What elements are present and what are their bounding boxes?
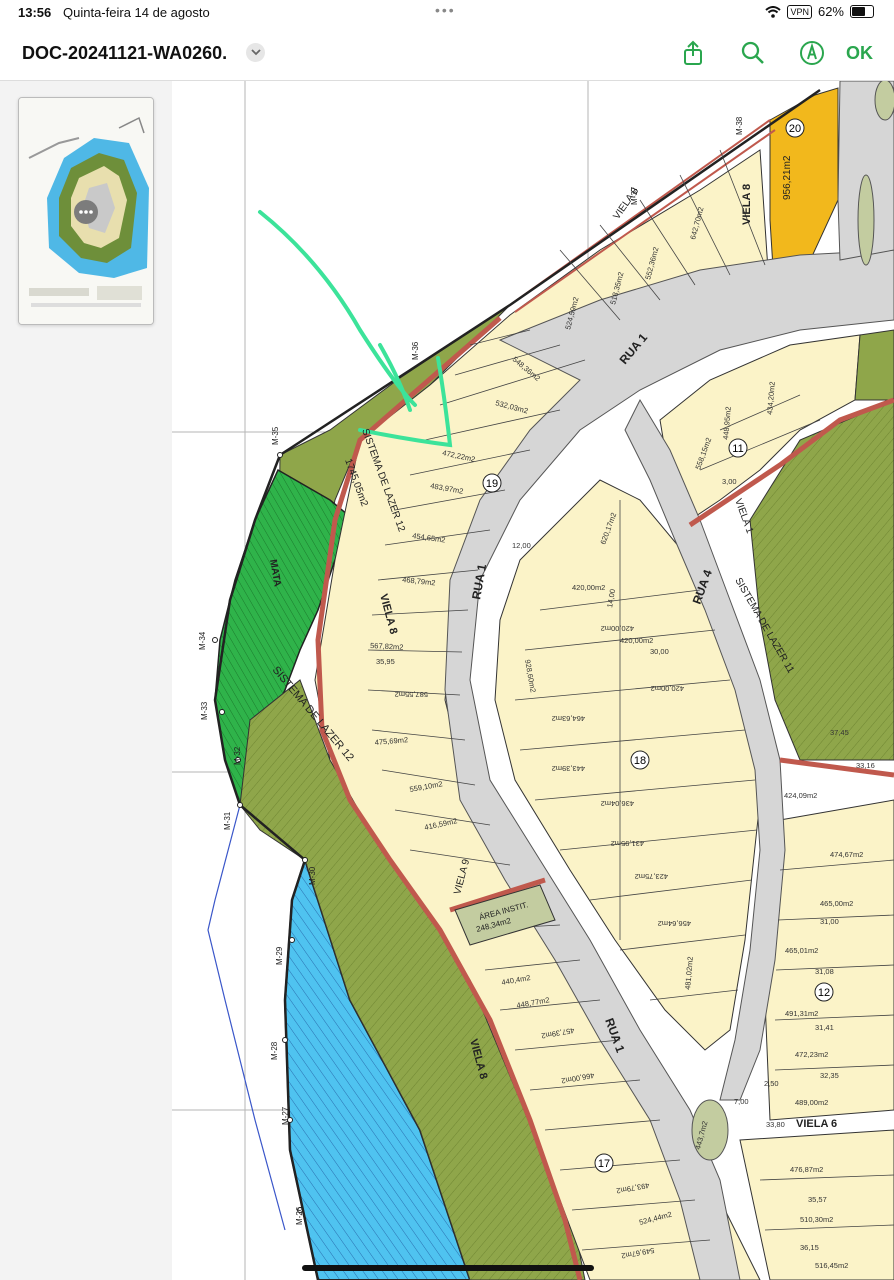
svg-text:465,01m2: 465,01m2 (785, 946, 818, 955)
svg-text:420,00m2: 420,00m2 (651, 684, 684, 693)
block-number: 20 (789, 123, 801, 135)
block-number: 17 (598, 1158, 610, 1170)
marker-label: M-38 (735, 116, 744, 135)
page-thumbnail[interactable] (18, 97, 154, 325)
status-time: 13:56 (18, 5, 52, 20)
ellipsis-icon[interactable] (74, 200, 98, 224)
marker-label: M-33 (200, 701, 209, 720)
viela-label: VIELA 6 (796, 1118, 837, 1130)
ok-button[interactable]: OK (846, 43, 873, 64)
viela-label: VIELA 8 (741, 184, 753, 225)
search-icon[interactable] (740, 40, 766, 66)
svg-text:33,16: 33,16 (856, 761, 875, 770)
block-number: 18 (634, 755, 646, 767)
svg-text:516,45m2: 516,45m2 (815, 1261, 848, 1270)
status-indicators: VPN 62% (765, 4, 874, 19)
marker-label: M-34 (198, 631, 207, 650)
battery-icon (850, 5, 874, 18)
svg-text:31,00: 31,00 (820, 917, 839, 926)
status-date: Quinta-feira 14 de agosto (63, 5, 210, 20)
battery-percent: 62% (817, 4, 844, 19)
svg-text:31,41: 31,41 (815, 1023, 834, 1032)
svg-text:31,08: 31,08 (815, 967, 834, 976)
svg-text:472,23m2: 472,23m2 (795, 1050, 828, 1059)
svg-text:32,35: 32,35 (820, 1071, 839, 1080)
svg-text:456,64m2: 456,64m2 (658, 919, 691, 928)
svg-text:491,31m2: 491,31m2 (785, 1009, 818, 1018)
marker-label: M-30 (308, 866, 317, 885)
svg-text:436,04m2: 436,04m2 (601, 799, 634, 808)
multitasking-dots-icon[interactable]: ••• (435, 2, 456, 18)
svg-text:420,00m2: 420,00m2 (601, 624, 634, 633)
svg-text:37,45: 37,45 (830, 728, 849, 737)
marker-label: M-28 (270, 1041, 279, 1060)
viela-label: VIELA 1 (732, 497, 755, 535)
svg-text:420,00m2: 420,00m2 (620, 636, 653, 645)
block-number: 11 (732, 443, 743, 455)
home-indicator[interactable] (302, 1265, 594, 1271)
svg-text:423,75m2: 423,75m2 (635, 872, 668, 881)
svg-text:476,87m2: 476,87m2 (790, 1165, 823, 1174)
marker-label: M-35 (271, 426, 280, 445)
marker-label: M-36 (411, 341, 420, 360)
marker-label: M-31 (223, 811, 232, 830)
svg-text:465,00m2: 465,00m2 (820, 899, 853, 908)
lots-region-block-17 (739, 1129, 894, 1280)
svg-text:474,67m2: 474,67m2 (830, 850, 863, 859)
document-page[interactable]: VIELA 8 VIELA 8 VIELA 8 VIELA 8 VIELA 9 … (172, 81, 894, 1280)
svg-text:464,63m2: 464,63m2 (552, 714, 585, 723)
markup-pen-icon[interactable] (799, 40, 825, 66)
subdivision-map: VIELA 8 VIELA 8 VIELA 8 VIELA 8 VIELA 9 … (172, 81, 894, 1280)
marker-label: M-27 (281, 1106, 290, 1125)
svg-text:3,00: 3,00 (722, 477, 737, 486)
svg-text:567,82m2: 567,82m2 (370, 641, 404, 652)
block-number: 12 (818, 987, 830, 999)
marker-label: M-32 (233, 746, 242, 765)
document-title[interactable]: DOC-20241121-WA0260. (22, 43, 227, 64)
svg-text:36,15: 36,15 (800, 1243, 819, 1252)
chevron-down-icon[interactable] (246, 43, 265, 62)
marker-label: M-37 (630, 186, 639, 205)
svg-text:2,50: 2,50 (764, 1079, 779, 1088)
svg-text:35,95: 35,95 (376, 657, 395, 666)
status-bar: 13:56 Quinta-feira 14 de agosto ••• VPN … (0, 0, 894, 26)
document-toolbar: DOC-20241121-WA0260. OK (0, 26, 894, 81)
svg-text:33,80: 33,80 (766, 1120, 785, 1129)
svg-text:424,09m2: 424,09m2 (784, 791, 817, 800)
svg-text:12,00: 12,00 (512, 541, 531, 550)
wifi-icon (765, 5, 782, 18)
vpn-badge: VPN (787, 4, 812, 19)
svg-text:587,55m2: 587,55m2 (395, 690, 428, 699)
svg-text:443,39m2: 443,39m2 (552, 764, 585, 773)
svg-text:431,95m2: 431,95m2 (611, 839, 644, 848)
highlight-lot-area: 956,21m2 (782, 155, 793, 200)
svg-text:420,00m2: 420,00m2 (572, 583, 605, 592)
marker-label: M-26 (295, 1206, 304, 1225)
svg-text:7,00: 7,00 (734, 1097, 749, 1106)
svg-text:510,30m2: 510,30m2 (800, 1215, 833, 1224)
svg-text:30,00: 30,00 (650, 647, 669, 656)
share-icon[interactable] (680, 40, 706, 66)
marker-label: M-29 (275, 946, 284, 965)
svg-text:35,57: 35,57 (808, 1195, 827, 1204)
block-number: 19 (486, 478, 498, 490)
svg-text:489,00m2: 489,00m2 (795, 1098, 828, 1107)
